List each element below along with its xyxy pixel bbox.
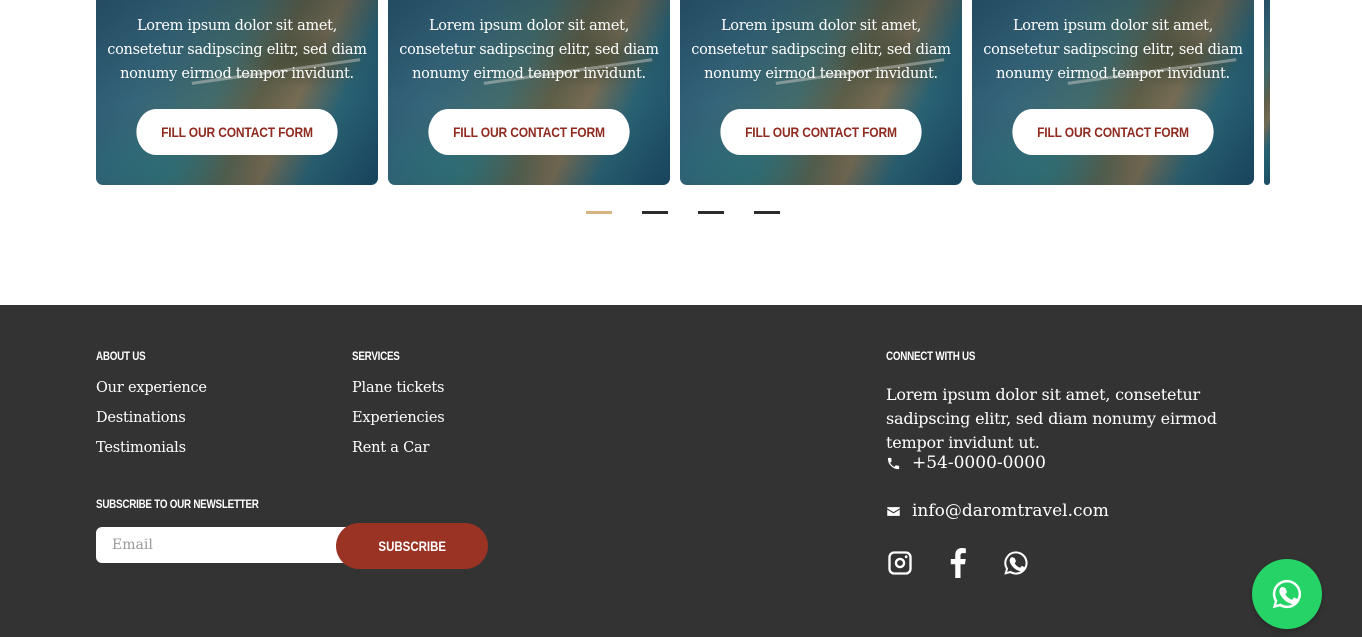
contact-form-button[interactable]: Fill our contact form: [720, 109, 922, 155]
whatsapp-chat-button[interactable]: [1252, 559, 1322, 629]
contact-form-button[interactable]: Fill our contact form: [428, 109, 630, 155]
footer-link-our-experience[interactable]: Our experience: [96, 373, 207, 403]
whatsapp-icon[interactable]: [1002, 548, 1030, 578]
email-address: info@daromtravel.com: [912, 501, 1109, 521]
carousel-card: Lorem ipsum dolor sit amet, consetetur s…: [388, 0, 670, 185]
footer-link-plane-tickets[interactable]: Plane tickets: [352, 373, 445, 403]
pagination-dot[interactable]: [754, 211, 780, 214]
subscribe-button[interactable]: Subscribe: [336, 523, 488, 569]
carousel-card: Lorem ipsum dolor sit amet, consetetur s…: [96, 0, 378, 185]
card-text: Lorem ipsum dolor sit amet, consetetur s…: [399, 18, 659, 82]
services-heading: Services: [352, 349, 400, 363]
phone-icon: [887, 457, 900, 469]
services-links: Plane tickets Experiencies Rent a Car: [352, 373, 445, 463]
newsletter-form: Subscribe: [96, 523, 488, 569]
contact-form-button[interactable]: Fill our contact form: [136, 109, 338, 155]
phone-number: +54-0000-0000: [912, 453, 1046, 473]
carousel-card: Lorem ipsum dolor sit amet, consetetur s…: [972, 0, 1254, 185]
connect-description: Lorem ipsum dolor sit amet, consetetur s…: [886, 385, 1217, 452]
whatsapp-icon: [1272, 579, 1302, 609]
pagination-dot[interactable]: [586, 211, 612, 214]
phone-row[interactable]: +54-0000-0000: [886, 453, 1046, 473]
social-links: [886, 548, 1030, 578]
site-footer: About us Our experience Destinations Tes…: [0, 305, 1362, 637]
instagram-icon[interactable]: [886, 548, 914, 578]
testimonials-carousel: Lorem ipsum dolor sit amet, consetetur s…: [0, 0, 1362, 305]
card-text: Lorem ipsum dolor sit amet, consetetur s…: [691, 18, 951, 82]
footer-link-experiencies[interactable]: Experiencies: [352, 403, 445, 433]
facebook-icon[interactable]: [944, 548, 972, 578]
pagination-dot[interactable]: [642, 211, 668, 214]
carousel-card: Lorem ipsum dolor sit amet, consetetur s…: [680, 0, 962, 185]
contact-form-button[interactable]: Fill our contact form: [1012, 109, 1214, 155]
footer-link-testimonials[interactable]: Testimonials: [96, 433, 207, 463]
about-heading: About us: [96, 349, 146, 363]
card-text: Lorem ipsum dolor sit amet, consetetur s…: [983, 18, 1243, 82]
newsletter-heading: Subscribe to our newsletter: [96, 497, 259, 511]
email-row[interactable]: info@daromtravel.com: [886, 501, 1109, 521]
card-text: Lorem ipsum dolor sit amet, consetetur s…: [107, 18, 367, 82]
pagination-dot[interactable]: [698, 211, 724, 214]
envelope-icon: [887, 506, 900, 516]
footer-link-rent-a-car[interactable]: Rent a Car: [352, 433, 445, 463]
email-input[interactable]: [96, 527, 366, 563]
footer-link-destinations[interactable]: Destinations: [96, 403, 207, 433]
carousel-pagination: [586, 211, 780, 214]
connect-heading: Connect with us: [886, 349, 976, 363]
about-links: Our experience Destinations Testimonials: [96, 373, 207, 463]
